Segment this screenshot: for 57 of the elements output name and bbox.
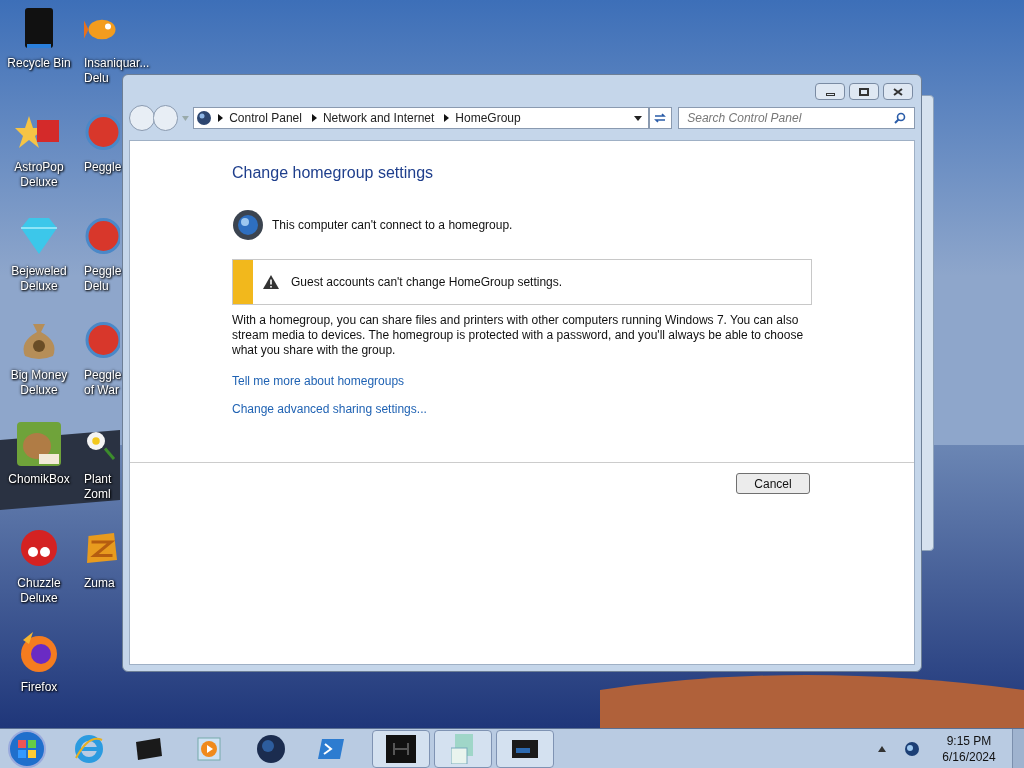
- homegroup-icon: [232, 209, 264, 241]
- back-button[interactable]: [129, 105, 155, 131]
- page-heading: Change homegroup settings: [232, 163, 435, 183]
- dropdown-icon[interactable]: [633, 115, 642, 121]
- hamster-icon[interactable]: [15, 420, 63, 468]
- address-bar[interactable]: Control Panel Network and Internet HomeGroup: [193, 107, 649, 129]
- desktop-icon-label[interactable]: Zuma: [84, 576, 115, 591]
- restore-icon: [859, 87, 869, 96]
- link[interactable]: Change advanced sharing settings...: [232, 400, 427, 418]
- windows-logo-icon: [18, 739, 36, 758]
- warning-stripe: [233, 260, 253, 304]
- minimize-button[interactable]: [815, 83, 845, 100]
- browser-e-icon: [74, 733, 104, 764]
- maximize-button[interactable]: [849, 83, 879, 100]
- desktop-icon-label[interactable]: Chuzzle Deluxe: [17, 576, 61, 606]
- screen-icon: [512, 739, 538, 758]
- close-button[interactable]: [883, 83, 913, 100]
- dropdown-icon: [182, 115, 190, 121]
- clock-date[interactable]: 6/16/2024: [942, 748, 996, 765]
- close-icon: [893, 87, 903, 96]
- network-icon[interactable]: [904, 740, 920, 757]
- open-window-taskbar-button[interactable]: [372, 729, 430, 768]
- search-box[interactable]: Search Control Panel: [678, 107, 915, 129]
- refresh-button[interactable]: [648, 107, 673, 129]
- chevron-icon: [444, 114, 450, 122]
- search-field[interactable]: Search Control Panel: [687, 109, 894, 127]
- chevron-icon: [218, 114, 224, 122]
- globe-icon: [256, 733, 286, 764]
- desktop-icon-label[interactable]: ChomikBox: [8, 472, 70, 487]
- forward-button[interactable]: [152, 105, 179, 131]
- document-icon: [451, 733, 475, 764]
- link[interactable]: Tell me more about homegroups: [232, 372, 405, 390]
- breadcrumb-item[interactable]: HomeGroup: [455, 109, 521, 127]
- desktop-icon-label[interactable]: Firefox: [20, 680, 58, 695]
- open-window-taskbar-button[interactable]: [496, 729, 554, 768]
- chevron-icon: [311, 114, 317, 122]
- cancel-button[interactable]: Cancel: [736, 473, 810, 494]
- warning-text: Guest accounts can't change HomeGroup settings.: [291, 274, 563, 291]
- description-text: With a homegroup, you can share files and printers with other computers running Windows 7. You can also stream media to devices. The homegroup is protected with a password, and you'll always be able to choose what you share with the group.: [232, 313, 805, 358]
- search-icon: [894, 112, 906, 124]
- prompt-icon: [317, 736, 345, 761]
- control-panel-icon: [196, 110, 213, 126]
- status-text: This computer can't connect to a homegroup.: [272, 217, 513, 234]
- breadcrumb-item[interactable]: Control Panel: [229, 109, 302, 127]
- clock-time[interactable]: 9:15 PM: [946, 732, 992, 749]
- start-button[interactable]: [8, 729, 46, 768]
- minimize-icon: [825, 92, 835, 96]
- monitor-window-icon: [386, 734, 416, 763]
- play-icon: [196, 735, 222, 762]
- show-hidden-icons-icon[interactable]: [878, 745, 886, 752]
- refresh-icon: [653, 112, 668, 124]
- breadcrumb-item[interactable]: Network and Internet: [322, 109, 435, 127]
- desktop-icon-label[interactable]: Recycle Bin: [7, 56, 71, 71]
- desktop-icon-label[interactable]: Plant Zoml: [84, 472, 112, 502]
- show-desktop-button[interactable]: [1012, 728, 1024, 768]
- desktop-icon-label[interactable]: Insaniquar... Delu: [84, 56, 150, 86]
- warning-icon: [263, 275, 279, 289]
